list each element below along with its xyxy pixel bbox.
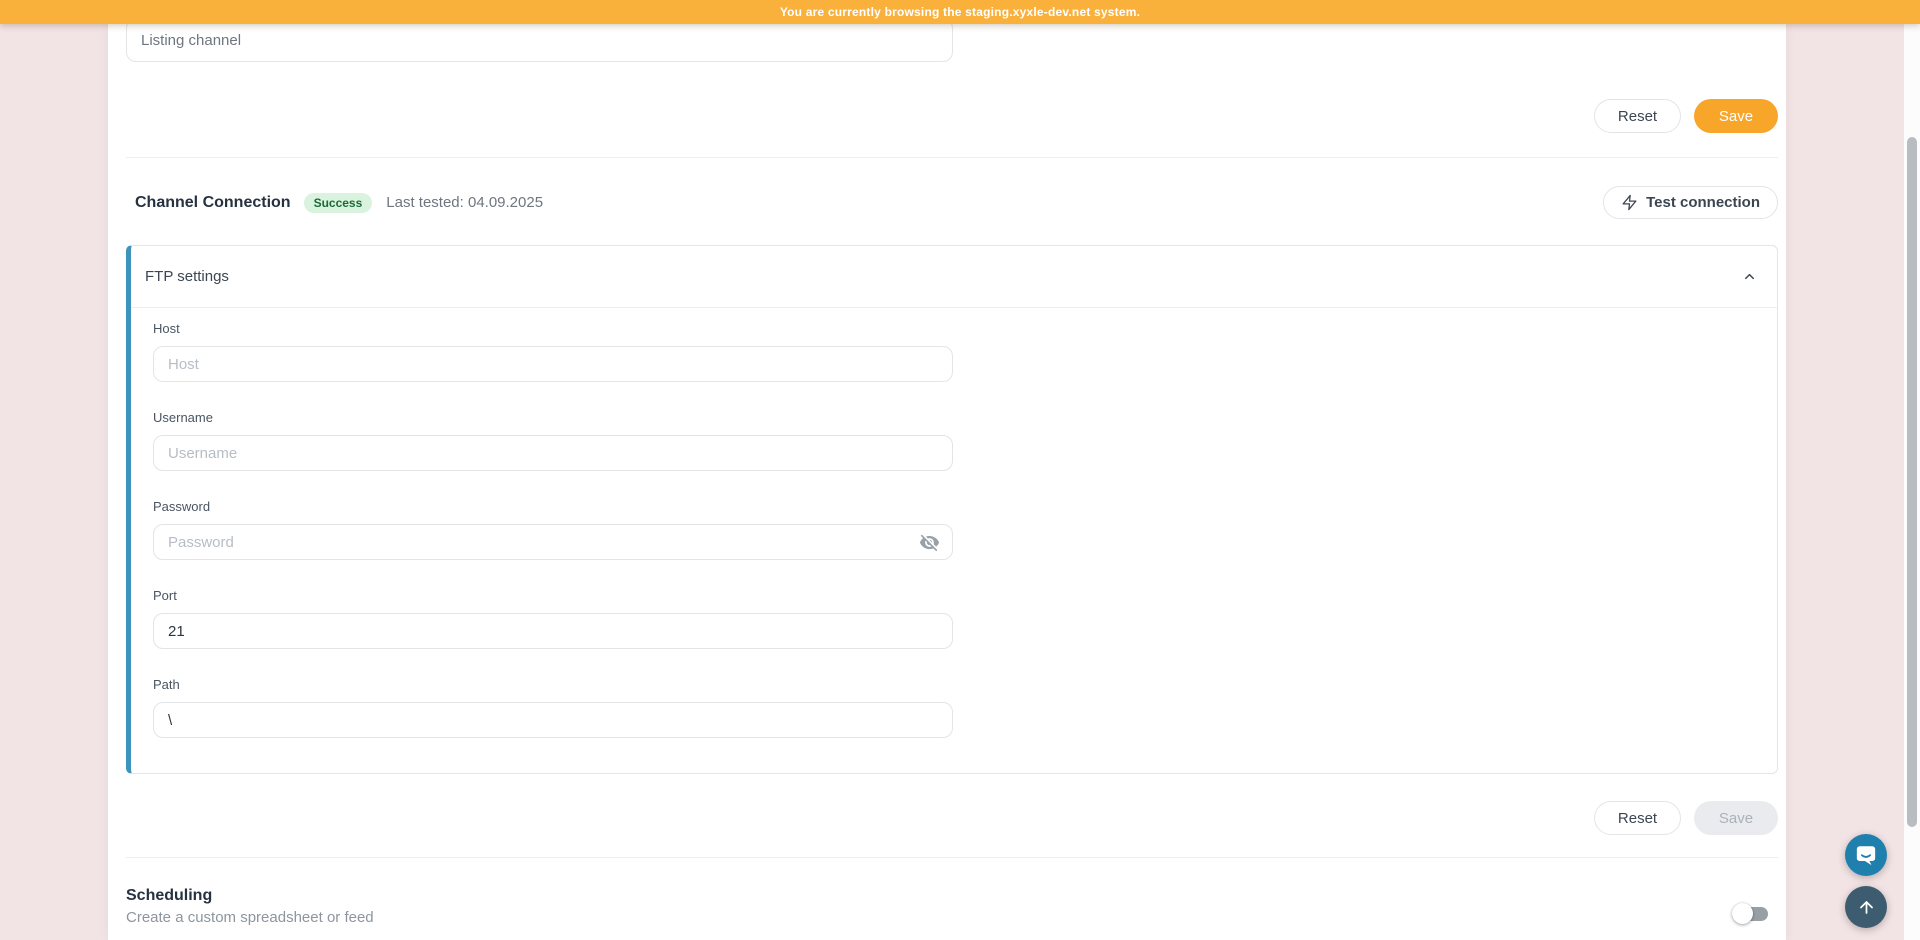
chat-bubble-icon — [1855, 844, 1877, 866]
eye-off-icon — [919, 532, 940, 553]
chevron-up-icon[interactable] — [1742, 269, 1757, 284]
staging-banner: You are currently browsing the staging.x… — [0, 0, 1920, 24]
connection-reset-button[interactable]: Reset — [1594, 801, 1681, 835]
channel-connection-header: Channel Connection Success Last tested: … — [126, 186, 1778, 219]
scroll-to-top-button[interactable] — [1845, 886, 1887, 928]
scrollbar-thumb[interactable] — [1907, 137, 1917, 827]
port-label: Port — [153, 588, 177, 603]
ftp-settings-title: FTP settings — [145, 268, 229, 285]
host-field-group: Host — [153, 321, 1777, 382]
username-input[interactable] — [153, 435, 953, 471]
last-tested-text: Last tested: 04.09.2025 — [386, 194, 544, 211]
username-field-group: Username — [153, 410, 1777, 471]
port-field-group: Port — [153, 588, 1777, 649]
test-connection-label: Test connection — [1646, 194, 1760, 211]
section-divider — [126, 857, 1778, 858]
path-field-group: Path — [153, 677, 1777, 738]
host-input[interactable] — [153, 346, 953, 382]
chat-widget-button[interactable] — [1845, 834, 1887, 876]
scheduling-title: Scheduling — [126, 887, 213, 904]
scheduling-toggle[interactable] — [1732, 903, 1770, 925]
channel-connection-title: Channel Connection — [135, 193, 291, 211]
arrow-up-icon — [1857, 898, 1876, 917]
toggle-knob — [1732, 903, 1753, 924]
password-input-wrapper — [153, 524, 953, 560]
listing-channel-input[interactable] — [126, 18, 953, 62]
path-input[interactable] — [153, 702, 953, 738]
ftp-fields: Host Username Password — [131, 308, 1777, 738]
password-input[interactable] — [153, 524, 953, 560]
listing-reset-button[interactable]: Reset — [1594, 99, 1681, 133]
staging-banner-text: You are currently browsing the staging.x… — [779, 5, 1141, 19]
connection-save-button[interactable]: Save — [1694, 801, 1778, 835]
ftp-settings-header[interactable]: FTP settings — [131, 246, 1777, 308]
zap-icon — [1621, 194, 1638, 211]
scrollbar-track — [1904, 0, 1920, 940]
listing-save-button[interactable]: Save — [1694, 99, 1778, 133]
page: You are currently browsing the staging.x… — [0, 0, 1920, 940]
section-divider — [126, 157, 1778, 158]
username-label: Username — [153, 410, 213, 425]
host-label: Host — [153, 321, 180, 336]
path-label: Path — [153, 677, 180, 692]
scheduling-section: Scheduling Create a custom spreadsheet o… — [126, 887, 1778, 926]
status-badge: Success — [303, 192, 373, 213]
connection-actions: Reset Save — [1594, 801, 1778, 835]
port-input[interactable] — [153, 613, 953, 649]
listing-actions: Reset Save — [1594, 99, 1778, 133]
settings-card: Reset Save Channel Connection Success La… — [108, 18, 1786, 940]
toggle-password-visibility-button[interactable] — [918, 531, 940, 553]
scheduling-subtitle: Create a custom spreadsheet or feed — [126, 909, 374, 926]
password-field-group: Password — [153, 499, 1777, 560]
test-connection-button[interactable]: Test connection — [1603, 186, 1778, 219]
password-label: Password — [153, 499, 211, 514]
ftp-settings-panel: FTP settings Host Username Password — [126, 245, 1778, 774]
